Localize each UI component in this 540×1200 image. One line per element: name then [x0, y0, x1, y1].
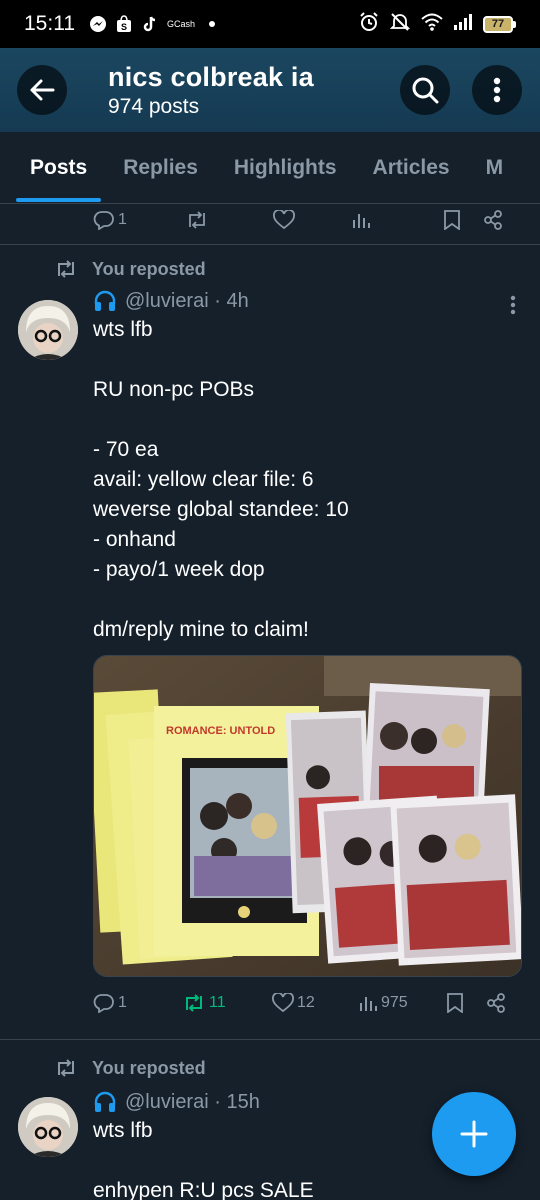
heart-icon — [272, 993, 294, 1013]
battery-icon: 77 — [483, 15, 516, 33]
reply-count: 1 — [118, 994, 127, 1011]
repost-icon — [189, 211, 205, 229]
clock: 15:11 — [24, 12, 75, 35]
repost-label: You reposted — [92, 1057, 206, 1078]
timeline: 1 You reposted @luvierai · 4h wts lfb RU… — [0, 205, 540, 1200]
post-body: @luvierai · 4h wts lfb RU non-pc POBs - … — [93, 287, 522, 1017]
back-arrow-icon — [30, 79, 55, 101]
like-button[interactable] — [273, 210, 351, 230]
more-options-button[interactable] — [472, 65, 522, 115]
profile-header: nics colbreak ia 974 posts — [0, 48, 540, 132]
bookmark-button[interactable] — [446, 993, 486, 1013]
vertical-dots-icon — [510, 295, 516, 315]
reply-icon — [93, 994, 114, 1013]
repost-count: 11 — [209, 994, 226, 1011]
avatar[interactable] — [18, 1097, 78, 1157]
views-button[interactable]: 975 — [358, 993, 446, 1013]
page-title: nics colbreak ia — [108, 61, 314, 92]
header-title-block: nics colbreak ia 974 posts — [108, 62, 400, 119]
tab-replies[interactable]: Replies — [123, 132, 198, 204]
back-button[interactable] — [17, 65, 67, 115]
author-handle[interactable]: @luvierai — [125, 1091, 209, 1114]
repost-icon — [186, 994, 202, 1012]
profile-tabs: Posts Replies Highlights Articles M — [0, 132, 540, 204]
share-button[interactable] — [483, 210, 503, 230]
views-button[interactable] — [351, 210, 443, 230]
gcash-icon: GCash — [167, 19, 196, 29]
tab-highlights[interactable]: Highlights — [234, 132, 337, 204]
media-label: ROMANCE: UNTOLD — [166, 725, 275, 737]
signal-icon — [453, 13, 473, 36]
post-meta: @luvierai · 4h — [93, 287, 520, 315]
vertical-dots-icon — [493, 77, 501, 103]
heart-icon — [273, 210, 295, 230]
repost-indicator: You reposted — [0, 254, 540, 284]
shopee-icon: S — [115, 15, 133, 33]
share-icon — [484, 210, 502, 230]
post-time: 15h — [226, 1090, 260, 1113]
svg-text:S: S — [121, 22, 127, 32]
headphone-icon — [94, 1091, 116, 1112]
like-button[interactable]: 12 — [272, 993, 358, 1013]
search-icon — [412, 77, 439, 104]
headphone-icon — [94, 290, 116, 311]
repost-indicator: You reposted — [0, 1053, 540, 1083]
reply-button[interactable]: 1 — [93, 993, 182, 1013]
repost-label: You reposted — [92, 258, 206, 279]
post-count: 974 posts — [108, 94, 200, 118]
repost-icon — [58, 260, 74, 278]
like-count: 12 — [297, 994, 315, 1011]
bookmark-icon — [447, 993, 463, 1013]
compose-button[interactable] — [432, 1092, 516, 1176]
bookmark-icon — [444, 210, 460, 230]
post-image[interactable]: ROMANCE: UNTOLD — [93, 655, 522, 977]
reply-button[interactable]: 1 — [93, 210, 185, 230]
notification-icons: S GCash — [89, 15, 195, 33]
share-icon — [487, 993, 505, 1013]
tab-media[interactable]: M — [486, 132, 504, 204]
post-more-button[interactable] — [510, 295, 516, 320]
view-count: 975 — [381, 994, 408, 1011]
status-bar: 15:11 S GCash 77 — [0, 0, 540, 48]
repost-icon — [58, 1059, 74, 1077]
repost-button[interactable] — [185, 210, 273, 230]
bookmark-button[interactable] — [443, 210, 483, 230]
plus-icon — [460, 1120, 488, 1148]
author-handle[interactable]: @luvierai — [125, 290, 209, 313]
alarm-icon — [359, 11, 379, 37]
post-action-bar: 1 — [0, 206, 540, 234]
search-button[interactable] — [400, 65, 450, 115]
views-chart-icon — [360, 997, 377, 1011]
share-button[interactable] — [486, 993, 506, 1013]
repost-button[interactable]: 11 — [182, 993, 272, 1013]
avatar[interactable] — [18, 300, 78, 360]
tiktok-icon — [141, 15, 159, 33]
photocard-photo: ROMANCE: UNTOLD — [94, 656, 521, 976]
messenger-icon — [89, 15, 107, 33]
post-time: 4h — [226, 289, 249, 312]
post-action-bar: 1 11 12 975 — [93, 989, 520, 1017]
battery-level: 77 — [483, 15, 513, 33]
post-text: wts lfb RU non-pc POBs - 70 ea avail: ye… — [93, 318, 349, 641]
reply-icon — [93, 211, 114, 230]
wifi-icon — [421, 13, 443, 36]
tab-articles[interactable]: Articles — [373, 132, 450, 204]
notification-dot — [209, 21, 216, 27]
post-item[interactable]: You reposted @luvierai · 4h wts lfb RU n… — [0, 245, 540, 1017]
reply-count: 1 — [118, 211, 127, 228]
views-chart-icon — [353, 214, 370, 228]
tab-posts[interactable]: Posts — [15, 132, 102, 204]
mute-icon — [389, 12, 411, 37]
